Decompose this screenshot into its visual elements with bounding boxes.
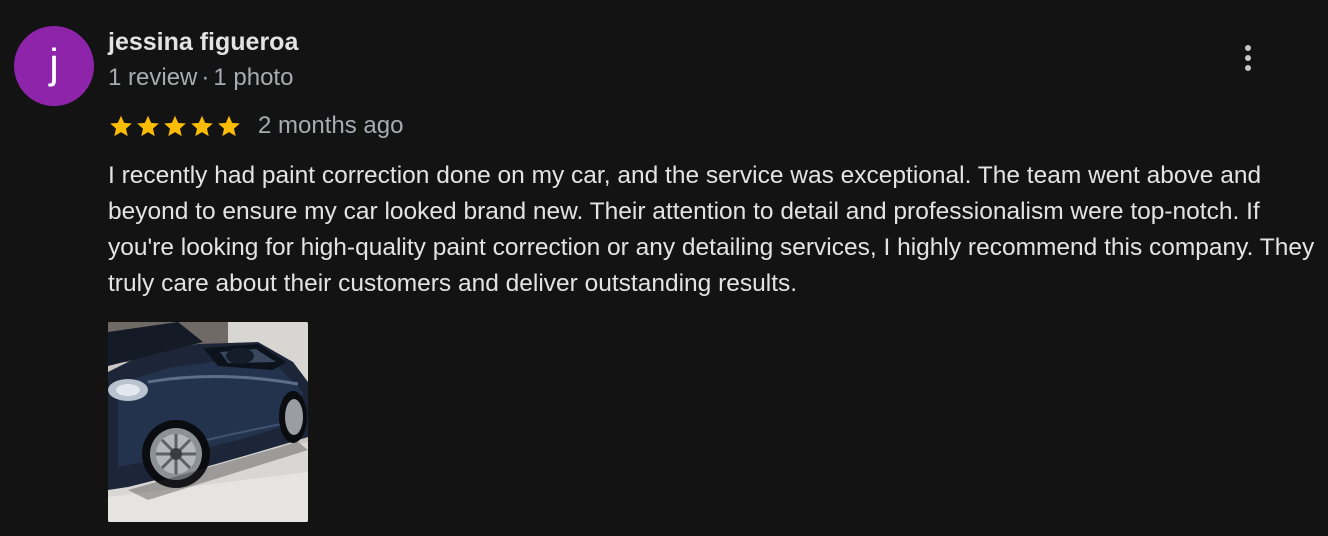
author-name[interactable]: jessina figueroa (108, 28, 298, 57)
more-options-button[interactable] (1228, 38, 1268, 78)
avatar-initial: j (49, 40, 59, 87)
star-icon (218, 115, 240, 137)
more-vert-icon (1245, 45, 1251, 51)
star-icon (137, 115, 159, 137)
photo-count: 1 photo (213, 64, 294, 91)
star-icon (164, 115, 186, 137)
review-count: 1 review (108, 64, 198, 91)
star-rating (108, 113, 242, 139)
star-icon (110, 115, 132, 137)
review-time: 2 months ago (258, 112, 404, 139)
review-card: j jessina figueroa 1 review · 1 photo 2 mo… (0, 0, 1328, 536)
review-photo[interactable] (108, 322, 308, 522)
avatar[interactable]: j (14, 26, 94, 106)
more-vert-dot (1245, 55, 1251, 61)
car-photo-image (108, 322, 308, 522)
meta-separator: · (201, 64, 210, 91)
author-meta[interactable]: 1 review · 1 photo (108, 64, 293, 92)
more-vert-dot (1245, 65, 1251, 71)
review-text: I recently had paint correction done on … (108, 162, 1315, 297)
star-icon (191, 115, 213, 137)
rating-row: 2 months ago (108, 110, 403, 142)
